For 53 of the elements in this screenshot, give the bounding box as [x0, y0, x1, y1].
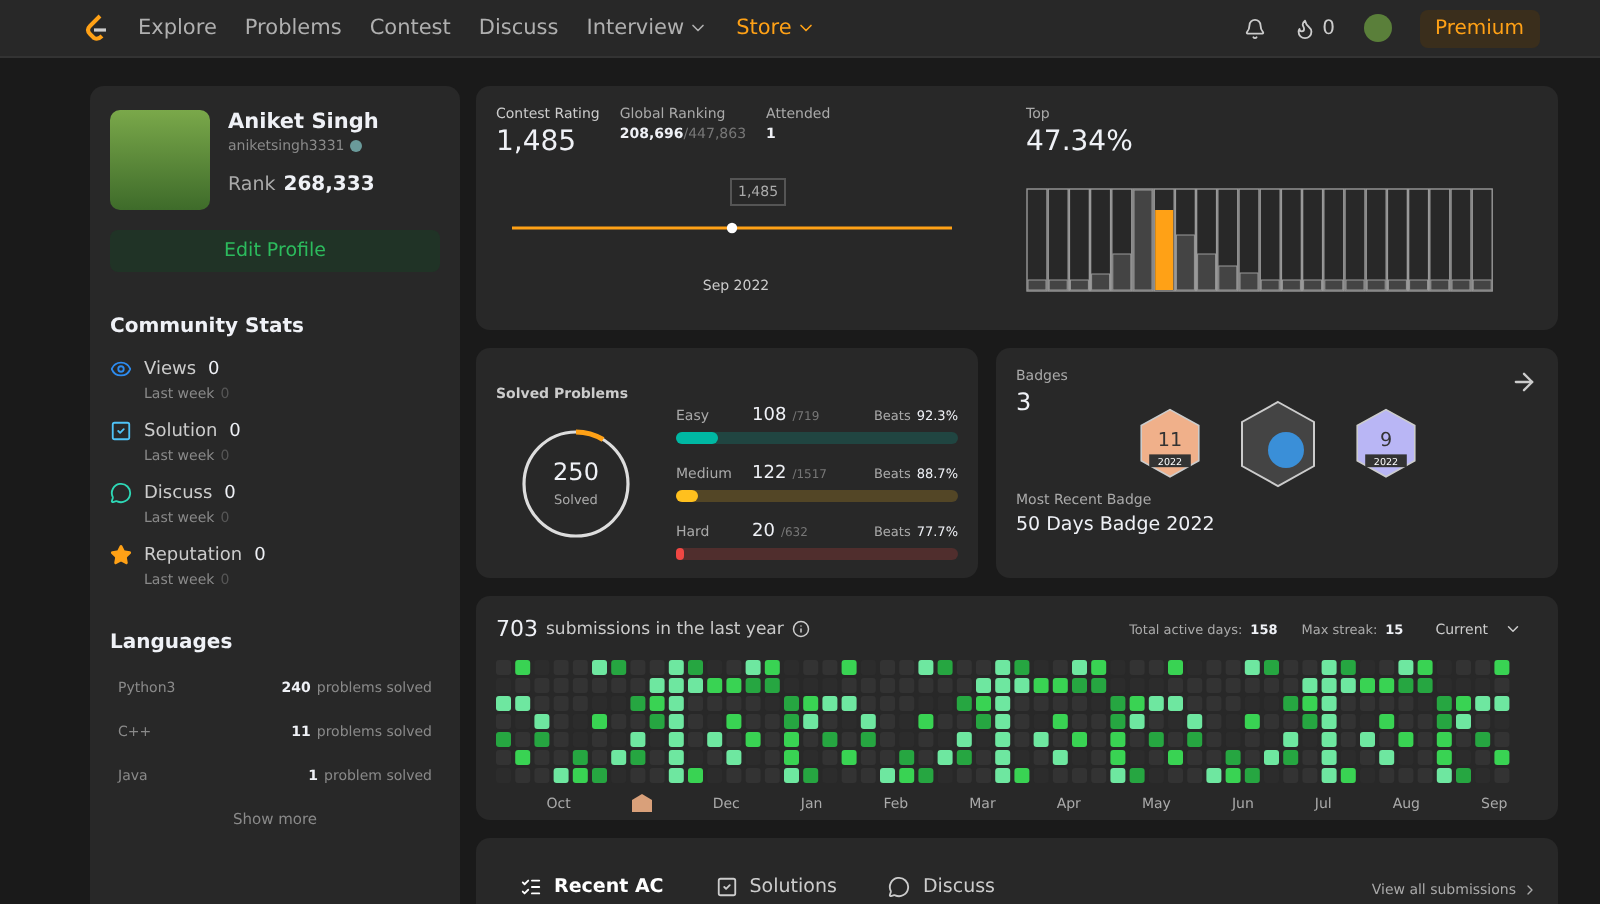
- rank-label: Rank: [228, 174, 276, 196]
- section-title: Community Stats: [110, 316, 306, 338]
- stat-label: Reputation: [144, 545, 243, 565]
- stat-label: Views: [144, 359, 197, 379]
- bell-icon[interactable]: [1244, 17, 1267, 39]
- stat-label: Discuss: [144, 483, 213, 503]
- stat-value: 0: [208, 359, 220, 379]
- submission-caption: submissions in the last year: [546, 619, 784, 639]
- caret-icon: [1504, 620, 1522, 638]
- submission-count: 703: [496, 616, 538, 642]
- tab[interactable]: Discuss: [888, 876, 995, 898]
- globe-icon: [350, 140, 363, 152]
- nav-link[interactable]: Interview: [586, 16, 709, 40]
- recent-badge-name: 50 Days Badge 2022: [1016, 514, 1217, 536]
- nav-link[interactable]: Store: [736, 16, 816, 40]
- badge-icon: [631, 794, 652, 812]
- checkbox-icon: [110, 420, 132, 442]
- streak-count: 0: [1322, 17, 1335, 39]
- top-percentage: 47.34%: [1026, 126, 1135, 158]
- eye-icon: [110, 358, 132, 380]
- list-icon: [520, 876, 542, 898]
- chat-icon: [110, 482, 132, 504]
- nav-link[interactable]: Discuss: [478, 16, 559, 40]
- arrow-right-icon[interactable]: [1510, 368, 1538, 396]
- tab[interactable]: Solutions: [715, 876, 837, 898]
- solved-count: 108: [752, 406, 787, 426]
- photo-placeholder: [110, 110, 210, 210]
- nav-link[interactable]: Contest: [369, 16, 451, 40]
- rank-value: 268,333: [283, 174, 375, 196]
- premium-button[interactable]: Premium: [1419, 9, 1540, 47]
- checkbox-icon: [715, 876, 738, 898]
- info-icon[interactable]: [791, 620, 810, 638]
- tab[interactable]: Recent AC: [520, 876, 664, 898]
- solved-count: 122: [752, 464, 787, 484]
- section-title: Languages: [110, 632, 235, 654]
- stat-value: 0: [229, 421, 241, 441]
- solved-count: 20: [752, 522, 775, 542]
- contest-rating: 1,485: [496, 126, 579, 158]
- solved-total: 250: [553, 458, 599, 486]
- nav-link[interactable]: Problems: [244, 16, 342, 40]
- logo-icon[interactable]: [84, 14, 110, 42]
- badge-count: 3: [1016, 388, 1034, 416]
- flame-icon[interactable]: [1294, 17, 1317, 39]
- user-name: Aniket Singh: [228, 110, 379, 134]
- avatar[interactable]: [1363, 14, 1391, 42]
- stat-value: 0: [224, 483, 236, 503]
- star-icon: [110, 544, 132, 566]
- chevron-right-icon: [1522, 882, 1538, 898]
- nav-link[interactable]: Explore: [138, 16, 217, 40]
- chat-icon: [888, 876, 911, 898]
- stat-value: 0: [254, 545, 266, 565]
- stat-label: Solution: [144, 421, 218, 441]
- edit-profile-button[interactable]: Edit Profile: [110, 230, 440, 272]
